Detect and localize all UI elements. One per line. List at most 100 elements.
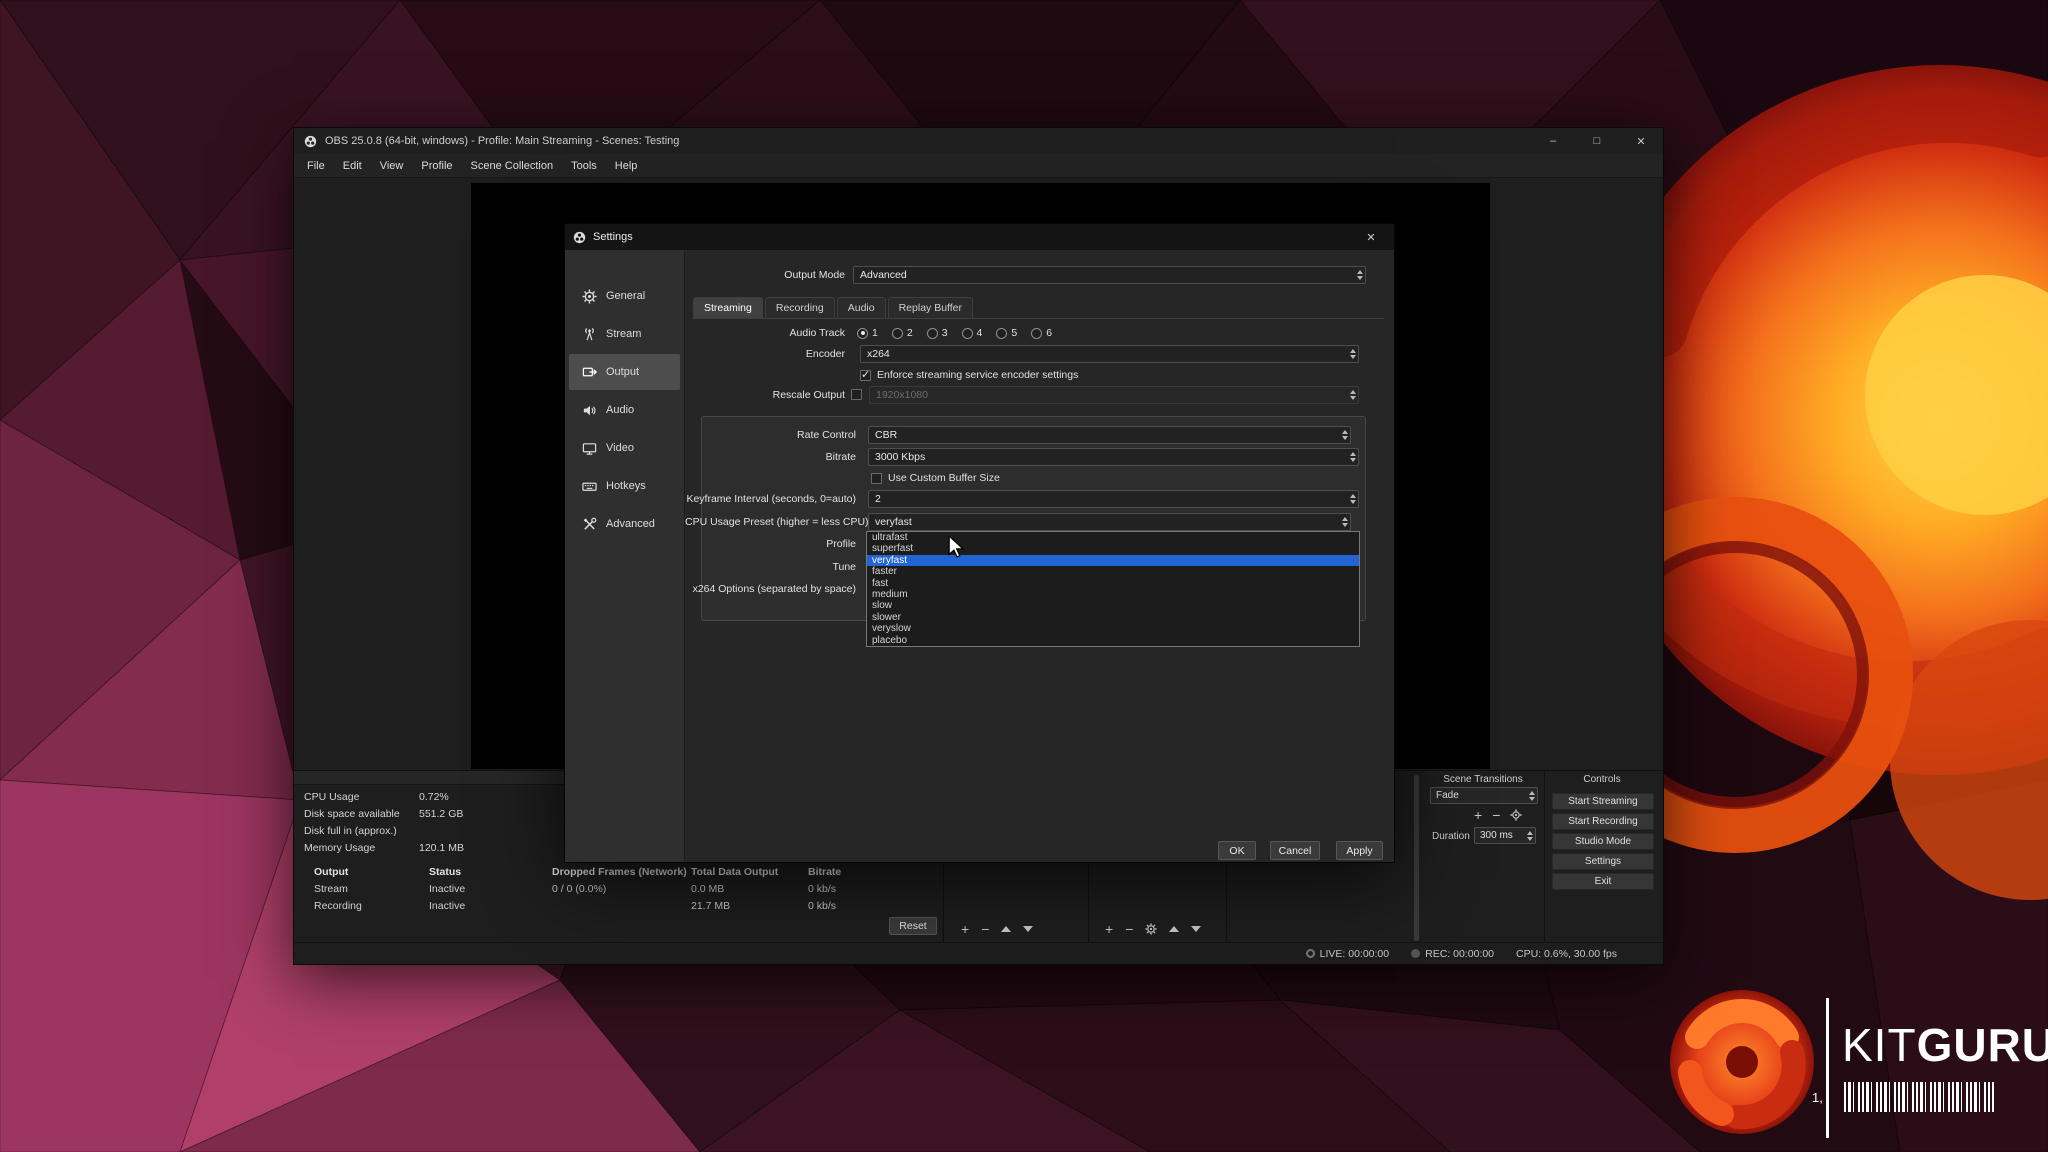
settings-button[interactable]: Settings xyxy=(1552,853,1654,870)
cpu-preset-select[interactable]: veryfast xyxy=(868,513,1351,531)
menu-tools[interactable]: Tools xyxy=(562,154,606,177)
cell: 0.0 MB xyxy=(691,883,808,895)
close-button[interactable]: ✕ xyxy=(1619,128,1663,154)
sidebar-item-video[interactable]: Video xyxy=(569,430,680,466)
exit-button[interactable]: Exit xyxy=(1552,873,1654,890)
col-total-data: Total Data Output xyxy=(691,866,808,878)
tab-divider xyxy=(693,318,1384,319)
add-icon[interactable]: + xyxy=(961,921,969,937)
controls-dock-title[interactable]: Controls xyxy=(1550,773,1654,786)
sidebar-item-hotkeys[interactable]: Hotkeys xyxy=(569,468,680,504)
output-mode-select[interactable]: Advanced xyxy=(853,266,1366,284)
tab-recording[interactable]: Recording xyxy=(765,297,835,318)
studio-mode-button[interactable]: Studio Mode xyxy=(1552,833,1654,850)
spinner-arrows-icon[interactable] xyxy=(1350,452,1356,462)
gear-icon[interactable] xyxy=(1145,923,1157,935)
dropdown-option-slow[interactable]: slow xyxy=(867,600,1359,611)
sidebar-item-general[interactable]: General xyxy=(569,278,680,314)
radio-track-2[interactable] xyxy=(892,328,903,339)
sidebar-item-advanced[interactable]: Advanced xyxy=(569,506,680,542)
move-up-icon[interactable] xyxy=(1001,926,1011,932)
enforce-checkbox[interactable] xyxy=(860,370,871,381)
stat-label: Disk space available xyxy=(304,808,419,820)
table-row: Recording Inactive 21.7 MB 0 kb/s xyxy=(314,900,836,912)
dropdown-option-medium[interactable]: medium xyxy=(867,589,1359,600)
apply-button[interactable]: Apply xyxy=(1336,841,1383,860)
encoder-value: x264 xyxy=(867,348,890,360)
keyframe-interval-spinbox[interactable]: 2 xyxy=(868,490,1359,508)
tab-replay-buffer[interactable]: Replay Buffer xyxy=(888,297,973,318)
dialog-titlebar: Settings ✕ xyxy=(565,224,1394,250)
tab-streaming[interactable]: Streaming xyxy=(693,297,763,318)
custom-buffer-row: Use Custom Buffer Size xyxy=(871,469,1000,487)
dropdown-option-fast[interactable]: fast xyxy=(867,578,1359,589)
radio-track-4[interactable] xyxy=(962,328,973,339)
barcode-digits: 1, xyxy=(1812,1090,1823,1105)
rescale-resolution-select[interactable]: 1920x1080 xyxy=(869,386,1359,404)
menu-view[interactable]: View xyxy=(371,154,413,177)
radio-track-3[interactable] xyxy=(927,328,938,339)
stat-value: 0.72% xyxy=(419,791,464,803)
dropdown-option-ultrafast[interactable]: ultrafast xyxy=(867,532,1359,543)
menu-edit[interactable]: Edit xyxy=(334,154,371,177)
radio-track-6[interactable] xyxy=(1031,328,1042,339)
transition-select[interactable]: Fade xyxy=(1430,787,1538,804)
radio-label: 3 xyxy=(942,327,948,339)
sidebar-item-stream[interactable]: Stream xyxy=(569,316,680,352)
audio-track-radios: 1 2 3 4 5 6 xyxy=(857,324,1052,342)
dropdown-option-faster[interactable]: faster xyxy=(867,566,1359,577)
radio-track-1[interactable] xyxy=(857,328,868,339)
cell: 21.7 MB xyxy=(691,900,808,912)
add-icon[interactable]: + xyxy=(1474,807,1482,823)
move-down-icon[interactable] xyxy=(1191,926,1201,932)
remove-icon[interactable]: − xyxy=(1125,921,1133,937)
ok-button[interactable]: OK xyxy=(1218,841,1256,860)
stats-reset-button[interactable]: Reset xyxy=(889,917,937,935)
scene-transitions-title[interactable]: Scene Transitions xyxy=(1422,773,1544,786)
rescale-checkbox[interactable] xyxy=(851,389,862,400)
encoder-select[interactable]: x264 xyxy=(860,345,1359,363)
duration-spinbox[interactable]: 300 ms xyxy=(1474,827,1536,844)
menu-help[interactable]: Help xyxy=(606,154,647,177)
col-dropped-frames: Dropped Frames (Network) xyxy=(552,866,691,878)
spinner-arrows-icon[interactable] xyxy=(1350,494,1356,504)
sidebar-item-audio[interactable]: Audio xyxy=(569,392,680,428)
dropdown-option-slower[interactable]: slower xyxy=(867,612,1359,623)
enforce-label: Enforce streaming service encoder settin… xyxy=(877,369,1078,381)
cell xyxy=(552,900,691,912)
move-down-icon[interactable] xyxy=(1023,926,1033,932)
dialog-close-button[interactable]: ✕ xyxy=(1356,224,1386,250)
start-streaming-button[interactable]: Start Streaming xyxy=(1552,793,1654,810)
move-up-icon[interactable] xyxy=(1169,926,1179,932)
maximize-button[interactable]: □ xyxy=(1575,128,1619,154)
status-bar: LIVE: 00:00:00 REC: 00:00:00 CPU: 0.6%, … xyxy=(294,942,1663,964)
x264-options-label: x264 Options (separated by space) xyxy=(685,583,856,595)
live-status: LIVE: 00:00:00 xyxy=(1306,948,1389,960)
remove-icon[interactable]: − xyxy=(1492,807,1500,823)
radio-track-5[interactable] xyxy=(996,328,1007,339)
sidebar-item-output[interactable]: Output xyxy=(569,354,680,390)
spinner-arrows-icon[interactable] xyxy=(1527,831,1533,841)
dropdown-option-veryslow[interactable]: veryslow xyxy=(867,623,1359,634)
custom-buffer-checkbox[interactable] xyxy=(871,473,882,484)
rate-control-select[interactable]: CBR xyxy=(868,426,1351,444)
dropdown-option-placebo[interactable]: placebo xyxy=(867,635,1359,646)
kitguru-wordmark: KITGURU xyxy=(1842,1018,2048,1072)
cpu-preset-value: veryfast xyxy=(875,516,912,528)
dropdown-option-veryfast[interactable]: veryfast xyxy=(867,555,1359,566)
sidebar-label: Hotkeys xyxy=(606,480,646,492)
gear-icon[interactable] xyxy=(1510,809,1522,821)
bitrate-spinbox[interactable]: 3000 Kbps xyxy=(868,448,1359,466)
dropdown-option-superfast[interactable]: superfast xyxy=(867,543,1359,554)
cancel-button[interactable]: Cancel xyxy=(1270,841,1320,860)
menu-profile[interactable]: Profile xyxy=(412,154,461,177)
add-icon[interactable]: + xyxy=(1105,921,1113,937)
remove-icon[interactable]: − xyxy=(981,921,989,937)
dock-splitter[interactable] xyxy=(1414,775,1419,941)
watermark-kit: KIT xyxy=(1842,1019,1917,1071)
menu-file[interactable]: File xyxy=(298,154,334,177)
tab-audio[interactable]: Audio xyxy=(837,297,886,318)
start-recording-button[interactable]: Start Recording xyxy=(1552,813,1654,830)
minimize-button[interactable]: – xyxy=(1531,128,1575,154)
menu-scene-collection[interactable]: Scene Collection xyxy=(462,154,563,177)
